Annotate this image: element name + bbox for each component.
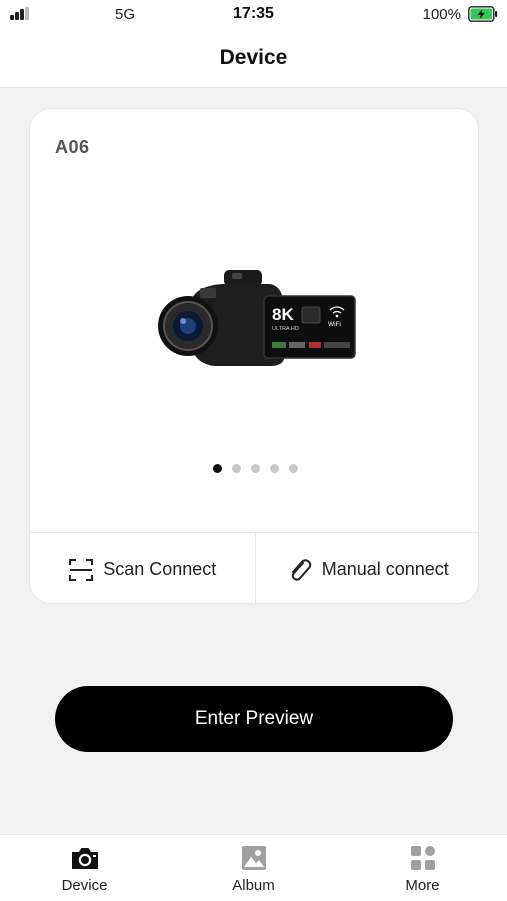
status-bar: 5G 17:35 100% (0, 0, 507, 32)
carousel-dots[interactable] (30, 464, 478, 473)
camcorder-image: 8K ULTRA HD WiFi (158, 270, 356, 366)
svg-text:WiFi: WiFi (328, 321, 341, 328)
card-actions: Scan Connect Manual connect (30, 532, 479, 603)
tab-device-label: Device (61, 877, 108, 894)
manual-connect-button[interactable]: Manual connect (254, 533, 479, 603)
nav-bar: Device (0, 32, 507, 88)
battery-percent: 100% (422, 6, 461, 23)
carousel-dot[interactable] (231, 464, 241, 473)
scan-icon (69, 558, 94, 581)
enter-preview-label: Enter Preview (194, 708, 314, 729)
device-model-name: A06 (55, 137, 90, 157)
tab-album-label: Album (232, 877, 275, 894)
carousel-dot[interactable] (288, 464, 298, 473)
tab-more-label: More (405, 877, 440, 894)
grid-icon (410, 846, 435, 870)
camera-icon (71, 848, 98, 869)
tab-more[interactable]: More (338, 835, 507, 901)
enter-preview-button[interactable]: Enter Preview (55, 686, 453, 752)
carousel-dot[interactable] (269, 464, 279, 473)
paperclip-icon (291, 558, 311, 581)
device-card[interactable]: A06 8K ULTRA HD WiFi Scan Connect Manual… (29, 108, 479, 604)
carousel-dot[interactable] (212, 464, 222, 473)
battery-charging-icon (468, 6, 498, 22)
tab-bar: Device Album More (0, 834, 507, 901)
scan-connect-button[interactable]: Scan Connect (30, 533, 255, 603)
svg-text:ULTRA HD: ULTRA HD (272, 326, 299, 332)
svg-text:8K: 8K (272, 305, 294, 324)
image-icon (241, 846, 266, 870)
manual-connect-label: Manual connect (321, 559, 449, 579)
tab-device[interactable]: Device (0, 835, 169, 901)
tab-album[interactable]: Album (169, 835, 338, 901)
scan-connect-label: Scan Connect (103, 559, 217, 579)
carousel-dot[interactable] (250, 464, 260, 473)
page-title: Device (219, 46, 288, 69)
